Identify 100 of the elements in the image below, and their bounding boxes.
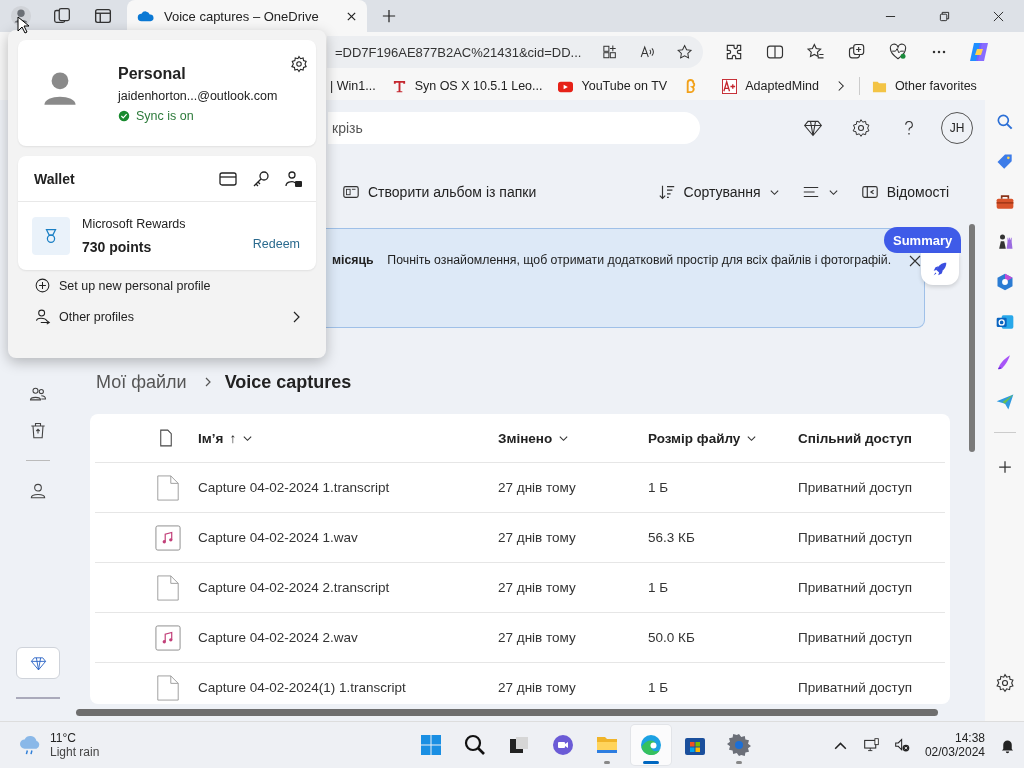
copilot-icon[interactable] — [967, 40, 991, 64]
command-button[interactable]: Відомості — [854, 179, 955, 205]
close-icon[interactable] — [909, 255, 922, 267]
sharing-cell-text: Приватний доступ — [798, 630, 913, 645]
star-icon[interactable] — [675, 42, 693, 62]
rocket-button[interactable] — [921, 253, 959, 285]
current-folder: Voice captures — [224, 371, 352, 393]
restore-icon[interactable] — [939, 10, 950, 22]
favorite-link[interactable]: | Win1... — [330, 79, 376, 93]
person-card-icon[interactable] — [284, 168, 304, 189]
mail-icon[interactable] — [994, 312, 1015, 332]
profile-name: Personal — [118, 65, 187, 83]
close-icon[interactable] — [346, 10, 357, 22]
close-icon[interactable] — [993, 10, 1004, 22]
switch-profile-icon — [34, 308, 51, 325]
size-cell-text: 1 Б — [648, 580, 670, 595]
weather-condition[interactable]: Light rain — [50, 745, 100, 759]
tab-title: Voice captures – OneDrive — [164, 8, 320, 24]
muted-speaker-icon[interactable] — [893, 736, 911, 754]
document-icon — [155, 474, 181, 501]
column-header[interactable]: Розмір файлу — [648, 430, 798, 446]
redeem-link[interactable]: Redeem — [252, 237, 300, 251]
diamond-icon[interactable] — [803, 118, 823, 138]
column-header[interactable]: Ім’я ↑ — [198, 430, 498, 446]
settings-icon[interactable] — [851, 118, 871, 138]
favorite-link[interactable]: AdaptedMind — [722, 78, 819, 94]
key-icon[interactable] — [251, 168, 271, 189]
audio-file-icon — [155, 624, 181, 651]
address-field[interactable]: =DD7F196AE877B2AC%21431&cid=DD... — [327, 36, 703, 68]
clock-time[interactable]: 14:38 — [954, 731, 985, 745]
favorite-link[interactable]: YouTube on TV — [558, 78, 668, 94]
running-indicator — [642, 761, 659, 764]
command-button[interactable]: Сортування — [651, 179, 786, 205]
album-icon — [342, 183, 360, 201]
file-name[interactable]: Capture 04-02-2024 1.wav — [198, 530, 498, 545]
modified-cell-text: 27 днів тому — [498, 530, 577, 545]
recycle-bin-icon[interactable] — [28, 421, 48, 441]
rewards-points: 730 points — [82, 239, 153, 255]
medal-icon — [32, 217, 70, 255]
size-cell-text: 50.0 КБ — [648, 630, 696, 645]
breadcrumb-link[interactable]: Мої файли — [96, 371, 187, 393]
settings-icon[interactable] — [994, 673, 1015, 693]
settings-icon[interactable] — [290, 55, 308, 73]
wallet-title: Wallet — [34, 170, 75, 187]
favorite-link[interactable]: Syn OS X 10.5.1 Leo... — [391, 78, 543, 94]
profile-email: jaidenhorton...@outlook.com — [118, 89, 278, 103]
favorites-folder[interactable]: Other favorites — [871, 78, 977, 94]
sharing-cell-text: Приватний доступ — [798, 680, 913, 695]
modified-cell-text: 27 днів тому — [498, 630, 577, 645]
menu-item[interactable]: Set up new personal profile — [18, 270, 316, 301]
video-chat-icon — [550, 733, 575, 757]
running-indicator — [735, 761, 742, 764]
diamond-icon — [29, 654, 47, 672]
details-pane-icon — [860, 183, 879, 201]
browser-icon — [638, 733, 663, 757]
temperature[interactable]: 11°C — [50, 731, 100, 745]
toolbox-icon[interactable] — [994, 192, 1015, 212]
document-icon — [155, 574, 181, 601]
scrollbar[interactable] — [76, 709, 938, 716]
menu-item[interactable]: Other profiles — [18, 301, 316, 332]
clock-date[interactable]: 02/03/2024 — [924, 745, 985, 759]
file-name[interactable]: Capture 04-02-2024 2.wav — [198, 630, 498, 645]
browser-tab[interactable]: Voice captures – OneDrive — [127, 0, 367, 32]
file-name[interactable]: Capture 04-02-2024(1) 1.transcript — [198, 680, 498, 695]
gear-icon — [726, 733, 751, 757]
add-circle-icon — [34, 277, 51, 294]
windows-icon — [418, 733, 443, 757]
modified-cell-text: 27 днів тому — [498, 680, 577, 695]
sync-status: Sync is on — [136, 109, 194, 123]
sharing-cell-text: Приватний доступ — [798, 530, 913, 545]
rocket-icon — [931, 260, 949, 278]
search-input[interactable]: крізь — [332, 120, 532, 136]
network-icon[interactable] — [862, 736, 880, 754]
file-name[interactable]: Capture 04-02-2024 1.transcript — [198, 480, 498, 495]
command-button[interactable]: Створити альбом із папки — [336, 179, 543, 205]
premium-button[interactable] — [16, 647, 60, 679]
size-cell-text: 1 Б — [648, 480, 670, 495]
file-name[interactable]: Capture 04-02-2024 2.transcript — [198, 580, 498, 595]
new-tab-icon[interactable] — [382, 9, 396, 23]
column-header[interactable]: Спільний доступ — [798, 430, 945, 446]
scrollbar[interactable] — [969, 224, 975, 452]
font-icon — [391, 78, 407, 94]
sharing-cell-text: Приватний доступ — [798, 480, 913, 495]
cloud-icon — [137, 10, 155, 22]
size-cell-text: 1 Б — [648, 680, 670, 695]
search-field[interactable]: крізь — [328, 112, 700, 144]
heart-pulse-icon[interactable] — [888, 42, 908, 62]
banner-text: місяць Почніть ознайомлення, щоб отримати додатковий простір для всіх файлів і фотографій. — [332, 253, 892, 267]
puzzle-icon[interactable] — [724, 42, 744, 62]
person-icon[interactable] — [28, 481, 48, 501]
search-icon — [462, 733, 487, 757]
sort-icon — [657, 183, 676, 201]
modified-cell-text: 27 днів тому — [498, 580, 577, 595]
document-icon — [155, 674, 181, 701]
modified-cell-text: 27 днів тому — [498, 480, 577, 495]
audio-file-icon — [155, 524, 181, 551]
size-cell-text: 56.3 КБ — [648, 530, 696, 545]
a-plus-icon — [722, 78, 738, 94]
column-header[interactable]: Змінено — [498, 430, 648, 446]
summary-button[interactable]: Summary — [884, 227, 962, 253]
